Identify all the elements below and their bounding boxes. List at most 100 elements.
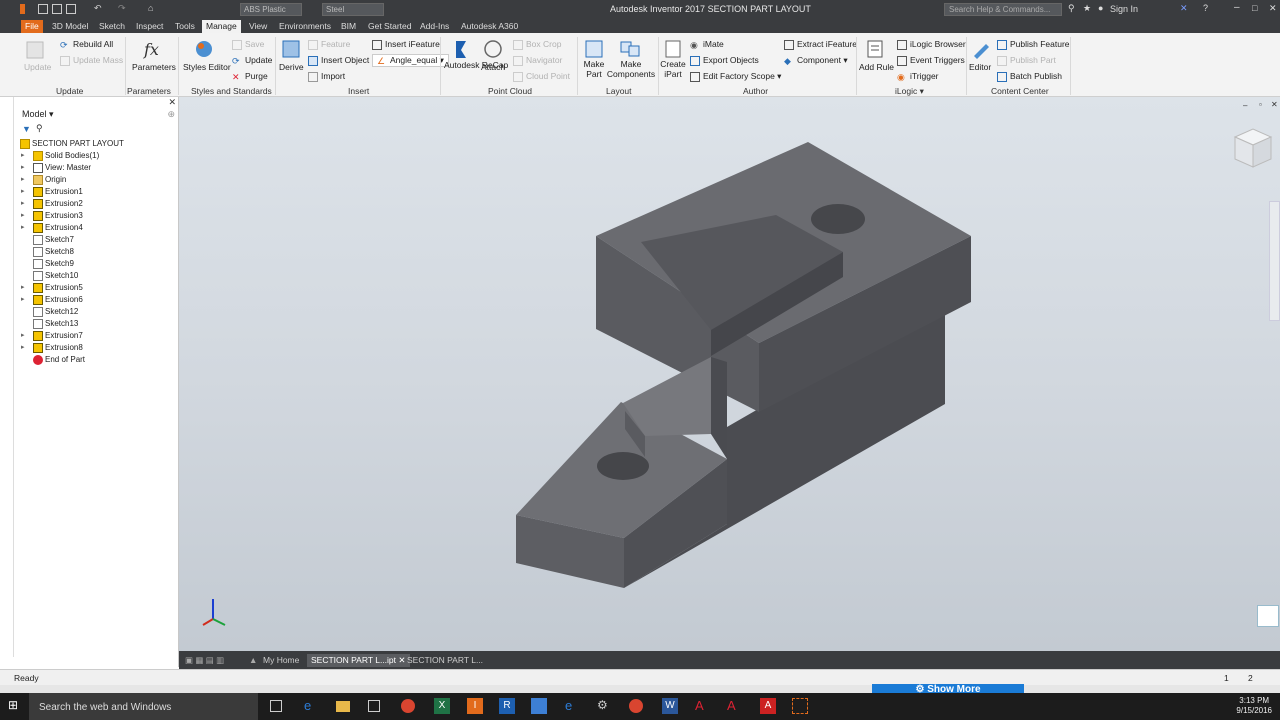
- viewport-restore-icon[interactable]: ▫: [1259, 100, 1262, 109]
- derive-button[interactable]: Derive: [279, 62, 304, 72]
- edge-icon[interactable]: e: [304, 698, 320, 714]
- material-combo[interactable]: ABS Plastic: [240, 3, 302, 16]
- tab-get-started[interactable]: Get Started: [364, 20, 415, 33]
- recap-icon[interactable]: [450, 38, 472, 60]
- task-view-icon[interactable]: [270, 700, 282, 712]
- update-mass-button[interactable]: Update Mass: [60, 55, 123, 66]
- chrome-2-icon[interactable]: [629, 699, 643, 713]
- feature-button[interactable]: Feature: [308, 39, 350, 50]
- new-icon[interactable]: [38, 4, 48, 14]
- recap-taskbar-icon[interactable]: R: [499, 698, 515, 714]
- close-icon[interactable]: ✕: [1269, 3, 1279, 13]
- open-icon[interactable]: [52, 4, 62, 14]
- tab-view[interactable]: View: [245, 20, 271, 33]
- extract-ifeature-button[interactable]: Extract iFeature: [784, 39, 857, 50]
- import-button[interactable]: Import: [308, 71, 345, 82]
- undo-icon[interactable]: ↶: [94, 3, 104, 13]
- attach-icon[interactable]: [482, 38, 504, 60]
- angle-equal-combo[interactable]: ∠ Angle_equal ▾: [372, 54, 449, 67]
- expand-icon[interactable]: ▸: [21, 198, 25, 210]
- binoculars-icon[interactable]: ⚲: [1068, 3, 1078, 13]
- autodesk-app-icon[interactable]: ✕: [1180, 3, 1190, 13]
- expand-icon[interactable]: ▸: [21, 186, 25, 198]
- navigator-button[interactable]: Navigator: [513, 55, 562, 66]
- tile-icon[interactable]: ▣ ▦ ▤ ▥: [181, 654, 228, 667]
- cloud-point-button[interactable]: Cloud Point: [513, 71, 570, 82]
- tab-environments[interactable]: Environments: [275, 20, 335, 33]
- make-components-icon[interactable]: [619, 38, 641, 60]
- create-ipart-button[interactable]: Create iPart: [660, 59, 686, 79]
- styles-editor-button[interactable]: Styles Editor: [183, 62, 231, 72]
- tab-tools[interactable]: Tools: [171, 20, 199, 33]
- filter-icon[interactable]: ▼: [22, 124, 31, 134]
- home-icon[interactable]: ⌂: [148, 3, 158, 13]
- parameters-group-label[interactable]: Parameters: [127, 86, 171, 96]
- expand-icon[interactable]: ▸: [21, 342, 25, 354]
- store-icon[interactable]: [368, 700, 380, 712]
- purge-button[interactable]: ✕ Purge: [232, 71, 268, 82]
- attach-button[interactable]: Attach: [481, 62, 505, 72]
- help-icon[interactable]: ?: [1203, 3, 1213, 13]
- expand-icon[interactable]: ▸: [21, 294, 25, 306]
- expand-icon[interactable]: ▸: [21, 222, 25, 234]
- help-search-input[interactable]: Search Help & Commands...: [944, 3, 1062, 16]
- tab-section-part-1[interactable]: SECTION PART L...ipt ✕: [307, 654, 410, 667]
- tab-section-part-2[interactable]: SECTION PART L...: [403, 654, 487, 667]
- component-button[interactable]: ◆ Component ▾: [784, 55, 848, 66]
- derive-icon[interactable]: [280, 38, 302, 60]
- tab-sketch[interactable]: Sketch: [95, 20, 129, 33]
- view-cube-icon[interactable]: [1231, 125, 1279, 181]
- ilogic-group-label[interactable]: iLogic ▾: [895, 86, 924, 97]
- tab-add-ins[interactable]: Add-Ins: [416, 20, 453, 33]
- autocad-icon[interactable]: A: [760, 698, 776, 714]
- expand-icon[interactable]: ▸: [21, 282, 25, 294]
- word-icon[interactable]: W: [662, 698, 678, 714]
- chrome-icon[interactable]: [401, 699, 415, 713]
- taskbar-search[interactable]: Search the web and Windows: [29, 693, 258, 720]
- styles-save-button[interactable]: Save: [232, 39, 264, 50]
- sign-in-link[interactable]: Sign In: [1110, 4, 1138, 14]
- event-triggers-button[interactable]: Event Triggers: [897, 55, 965, 66]
- editor-icon[interactable]: [970, 38, 992, 60]
- batch-publish-button[interactable]: Batch Publish: [997, 71, 1062, 82]
- styles-update-button[interactable]: ⟳ Update: [232, 55, 272, 66]
- expand-icon[interactable]: ▸: [21, 174, 25, 186]
- tab-autodesk-a360[interactable]: Autodesk A360: [457, 20, 522, 33]
- inventor-logo-icon[interactable]: [20, 4, 25, 14]
- navigation-bar[interactable]: [1269, 201, 1280, 321]
- graphics-viewport[interactable]: – ▫ ✕: [179, 97, 1280, 651]
- add-rule-button[interactable]: Add Rule: [859, 62, 894, 72]
- snip-icon[interactable]: [792, 698, 808, 714]
- imate-button[interactable]: ◉ iMate: [690, 39, 724, 50]
- parameters-button[interactable]: Parameters: [132, 62, 176, 72]
- redo-icon[interactable]: ↷: [118, 3, 128, 13]
- update-icon[interactable]: [24, 39, 46, 61]
- add-rule-icon[interactable]: [864, 38, 886, 60]
- find-icon[interactable]: ⚲: [36, 123, 43, 134]
- inventor-taskbar-icon[interactable]: I: [467, 698, 483, 714]
- rebuild-all-button[interactable]: ⟳ Rebuild All: [60, 39, 113, 50]
- browser-add-icon[interactable]: ⊕: [167, 109, 175, 120]
- export-objects-button[interactable]: Export Objects: [690, 55, 759, 66]
- system-clock[interactable]: 3:13 PM 9/15/2016: [1236, 696, 1272, 716]
- acrobat-icon[interactable]: A: [695, 698, 711, 714]
- tab-3d-model[interactable]: 3D Model: [48, 20, 92, 33]
- ilogic-browser-button[interactable]: iLogic Browser: [897, 39, 966, 50]
- update-button[interactable]: Update: [24, 62, 51, 72]
- steering-wheel-icon[interactable]: [1257, 605, 1279, 627]
- settings-icon[interactable]: ⚙: [597, 698, 613, 714]
- edge-2-icon[interactable]: e: [565, 698, 581, 714]
- star-icon[interactable]: ★: [1083, 3, 1093, 13]
- viewport-close-icon[interactable]: ✕: [1271, 100, 1278, 109]
- expand-icon[interactable]: ▸: [21, 330, 25, 342]
- styles-editor-icon[interactable]: [193, 38, 215, 60]
- edit-factory-scope-button[interactable]: Edit Factory Scope ▾: [690, 71, 781, 82]
- viewport-minimize-icon[interactable]: –: [1243, 101, 1247, 110]
- windows-start-icon[interactable]: ⊞: [8, 698, 24, 714]
- insert-object-button[interactable]: Insert Object: [308, 55, 369, 66]
- excel-icon[interactable]: X: [434, 698, 450, 714]
- tab-manage[interactable]: Manage: [202, 20, 241, 33]
- maximize-icon[interactable]: □: [1252, 3, 1262, 13]
- make-components-button[interactable]: Make Components: [606, 59, 656, 79]
- publish-feature-button[interactable]: Publish Feature: [997, 39, 1070, 50]
